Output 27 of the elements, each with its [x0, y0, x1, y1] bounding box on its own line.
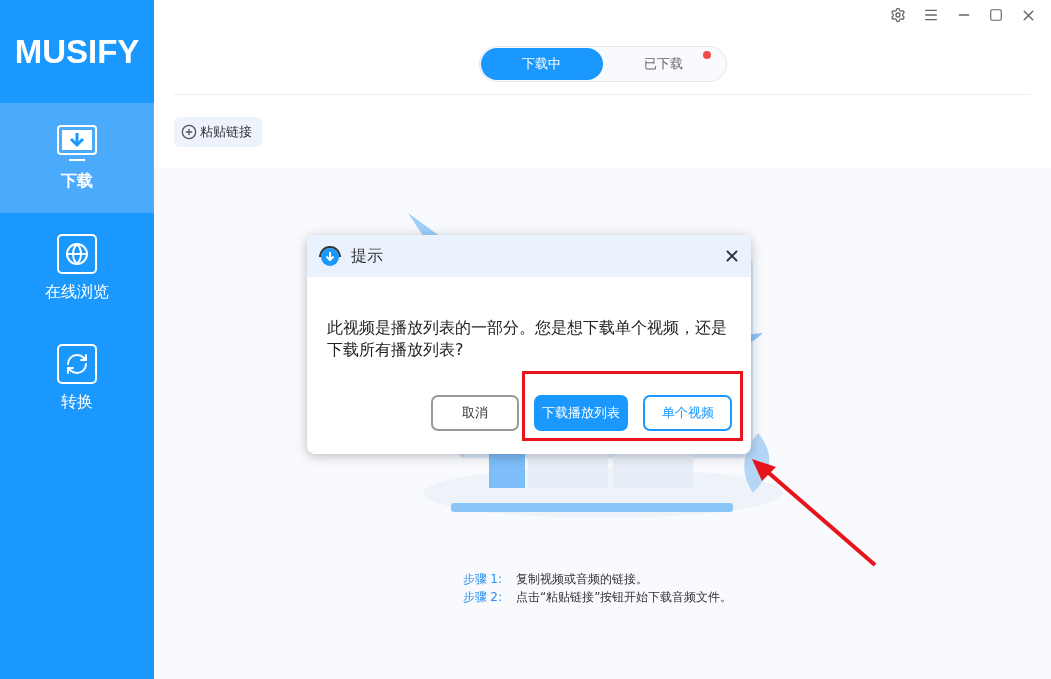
sidebar-item[interactable]: 下载	[0, 103, 154, 213]
tab[interactable]: 已下载	[602, 48, 725, 80]
menu-icon[interactable]	[923, 7, 939, 23]
step-label: 步骤 1:	[462, 571, 503, 588]
globe-icon	[57, 233, 97, 274]
dialog-button[interactable]: 单个视频	[643, 395, 732, 431]
step-text: 复制视频或音频的链接。	[516, 571, 649, 588]
dialog-title: 提示	[351, 245, 384, 267]
tab[interactable]: 下载中	[480, 48, 603, 80]
paste-link-button[interactable]: 粘贴链接	[174, 116, 262, 147]
dialog-message: 此视频是播放列表的一部分。您是想下载单个视频，还是下载所有播放列表?	[326, 317, 728, 361]
app-logo: MUSIFY	[13, 31, 141, 72]
dialog-button[interactable]: 下载播放列表	[534, 395, 628, 431]
plus-circle-icon	[181, 123, 197, 140]
settings-icon[interactable]	[890, 7, 906, 23]
sidebar-item[interactable]: 在线浏览	[0, 213, 154, 323]
maximize-icon[interactable]	[989, 8, 1003, 22]
monitor-download-icon	[57, 124, 97, 163]
sidebar-item-label: 下载	[61, 170, 93, 192]
download-headphones-icon	[317, 244, 343, 268]
step-text: 点击“粘贴链接”按钮开始下载音频文件。	[516, 589, 733, 606]
step-label: 步骤 2:	[462, 589, 503, 606]
sidebar-item-label: 转换	[61, 391, 93, 413]
dialog-button[interactable]: 取消	[431, 395, 519, 431]
refresh-icon	[57, 343, 97, 384]
sidebar-item[interactable]: 转换	[0, 323, 154, 433]
sidebar-item-label: 在线浏览	[45, 281, 109, 303]
